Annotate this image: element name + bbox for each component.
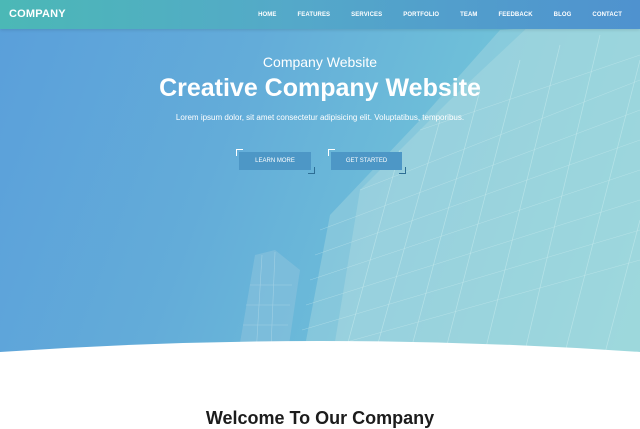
button-corner-decoration: [328, 149, 335, 156]
button-corner-decoration: [308, 167, 315, 174]
nav-feedback[interactable]: FEEDBACK: [499, 12, 533, 18]
hero-lead-text: Lorem ipsum dolor, sit amet consectetur …: [175, 113, 465, 122]
nav-contact[interactable]: CONTACT: [592, 12, 622, 18]
hero-subtitle: Company Website: [262, 54, 378, 70]
learn-more-button[interactable]: LEARN MORE: [239, 152, 311, 170]
nav-menu: HOME FEATURES SERVICES PORTFOLIO TEAM FE…: [258, 0, 640, 29]
button-corner-decoration: [236, 149, 243, 156]
hero-title: Creative Company Website: [159, 74, 481, 102]
nav-portfolio[interactable]: PORTFOLIO: [403, 12, 439, 18]
get-started-button[interactable]: GET STARTED: [331, 152, 402, 170]
logo[interactable]: COMPANY: [9, 8, 66, 20]
nav-services[interactable]: SERVICES: [351, 12, 382, 18]
nav-home[interactable]: HOME: [258, 12, 276, 18]
button-corner-decoration: [399, 167, 406, 174]
nav-blog[interactable]: BLOG: [554, 12, 572, 18]
top-navbar: COMPANY HOME FEATURES SERVICES PORTFOLIO…: [0, 0, 640, 29]
nav-team[interactable]: TEAM: [460, 12, 477, 18]
nav-features[interactable]: FEATURES: [297, 12, 330, 18]
section-title: Welcome To Our Company: [205, 408, 435, 428]
